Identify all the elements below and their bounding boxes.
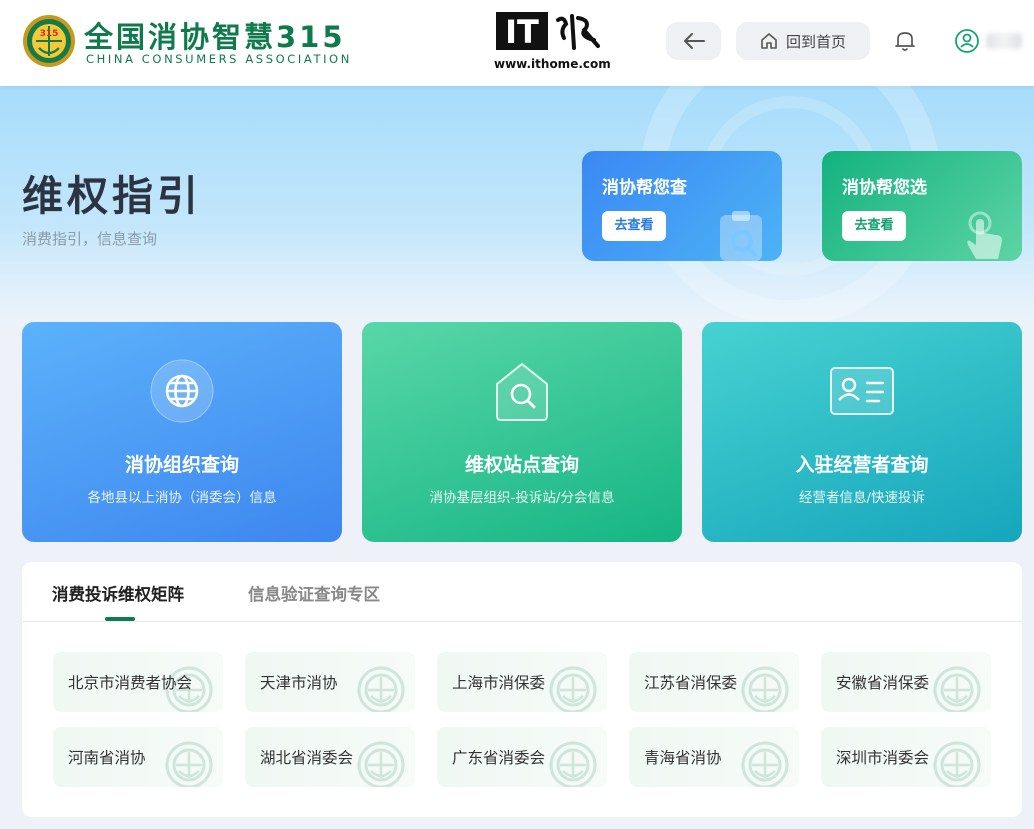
help-check-title: 消协帮您查 xyxy=(602,178,687,198)
cca-seal-watermark-icon xyxy=(357,741,405,787)
house-search-icon xyxy=(496,363,548,421)
cca-seal-watermark-icon xyxy=(357,666,405,712)
org-tile[interactable]: 北京市消费者协会 xyxy=(53,652,223,712)
page-subtitle: 消费指引，信息查询 xyxy=(22,230,158,248)
home-button-label: 回到首页 xyxy=(785,32,846,51)
help-check-view-button[interactable]: 去查看 xyxy=(602,211,666,241)
merchant-query-title: 入驻经营者查询 xyxy=(795,454,929,476)
org-tile[interactable]: 广东省消委会 xyxy=(437,727,607,787)
svg-text:IT: IT xyxy=(505,13,539,51)
org-name: 江苏省消保委 xyxy=(644,674,738,692)
user-name-redacted[interactable] xyxy=(986,33,1022,49)
consumer-org-query-card[interactable]: 消协组织查询 各地县以上消协（消委会）信息 xyxy=(22,322,342,542)
home-button[interactable]: 回到首页 xyxy=(736,22,870,60)
cca-seal-watermark-icon xyxy=(933,741,981,787)
id-card-icon xyxy=(830,367,894,415)
merchant-query-subtitle: 经营者信息/快速投诉 xyxy=(798,490,926,506)
globe-icon xyxy=(150,359,214,423)
cca-seal-watermark-icon xyxy=(741,741,789,787)
cca-seal-icon[interactable]: 315 xyxy=(22,14,76,68)
org-tile[interactable]: 河南省消协 xyxy=(53,727,223,787)
cca-seal-watermark-icon xyxy=(741,666,789,712)
org-name: 广东省消委会 xyxy=(452,749,546,767)
help-choose-card[interactable]: 消协帮您选 去查看 xyxy=(822,151,1022,261)
ithome-url: www.ithome.com xyxy=(494,57,611,71)
ithome-watermark-logo: IT xyxy=(496,12,600,51)
tab-info-verification[interactable]: 信息验证查询专区 xyxy=(248,581,380,605)
org-name: 深圳市消委会 xyxy=(836,749,930,767)
org-name: 上海市消保委 xyxy=(452,674,546,692)
logo-subtitle: CHINA CONSUMERS ASSOCIATION xyxy=(86,52,352,66)
org-tile[interactable]: 湖北省消委会 xyxy=(245,727,415,787)
org-name: 安徽省消保委 xyxy=(836,674,930,692)
org-tile[interactable]: 青海省消协 xyxy=(629,727,799,787)
bell-icon[interactable] xyxy=(892,28,918,54)
org-name: 北京市消费者协会 xyxy=(68,674,193,692)
org-tile[interactable]: 深圳市消委会 xyxy=(821,727,991,787)
tab-complaint-matrix[interactable]: 消费投诉维权矩阵 xyxy=(52,581,184,605)
top-header: 315 全国消协智慧315 CHINA CONSUMERS ASSOCIATIO… xyxy=(0,0,1034,86)
cca-seal-watermark-icon xyxy=(933,666,981,712)
tap-hand-icon xyxy=(967,211,1002,259)
consumer-org-query-title: 消协组织查询 xyxy=(124,454,239,476)
org-tile[interactable]: 天津市消协 xyxy=(245,652,415,712)
svg-text:315: 315 xyxy=(40,29,59,39)
rights-station-query-title: 维权站点查询 xyxy=(464,454,579,476)
rights-station-query-subtitle: 消协基层组织-投诉站/分会信息 xyxy=(429,490,615,506)
arrow-left-icon xyxy=(683,33,705,49)
back-button[interactable] xyxy=(666,22,721,60)
consumer-org-query-subtitle: 各地县以上消协（消委会）信息 xyxy=(87,490,277,506)
merchant-query-card[interactable]: 入驻经营者查询 经营者信息/快速投诉 xyxy=(702,322,1022,542)
hero-banner: 维权指引 消费指引，信息查询 消协帮您查 去查看 消协帮您选 去查看 xyxy=(0,86,1034,336)
page-title: 维权指引 xyxy=(22,172,202,220)
active-tab-indicator xyxy=(105,617,135,621)
org-name: 河南省消协 xyxy=(68,749,146,767)
help-choose-title: 消协帮您选 xyxy=(842,178,927,198)
org-name: 天津市消协 xyxy=(260,674,338,692)
clipboard-search-icon xyxy=(720,211,762,261)
org-name: 湖北省消委会 xyxy=(260,749,354,767)
cca-seal-watermark-icon xyxy=(549,666,597,712)
user-icon[interactable] xyxy=(954,28,980,54)
org-name: 青海省消协 xyxy=(644,749,722,767)
tab-bar: 消费投诉维权矩阵 信息验证查询专区 xyxy=(22,562,1022,622)
logo-title[interactable]: 全国消协智慧315 xyxy=(84,14,346,56)
matrix-panel: 消费投诉维权矩阵 信息验证查询专区 北京市消费者协会 天津市消协 上海市消保委 江苏省… xyxy=(22,562,1022,817)
home-icon xyxy=(761,33,777,49)
help-check-card[interactable]: 消协帮您查 去查看 xyxy=(582,151,782,261)
org-tile[interactable]: 安徽省消保委 xyxy=(821,652,991,712)
cca-seal-watermark-icon xyxy=(165,741,213,787)
org-tile[interactable]: 江苏省消保委 xyxy=(629,652,799,712)
org-tile[interactable]: 上海市消保委 xyxy=(437,652,607,712)
rights-station-query-card[interactable]: 维权站点查询 消协基层组织-投诉站/分会信息 xyxy=(362,322,682,542)
cca-seal-watermark-icon xyxy=(549,741,597,787)
help-choose-view-button[interactable]: 去查看 xyxy=(842,211,906,241)
